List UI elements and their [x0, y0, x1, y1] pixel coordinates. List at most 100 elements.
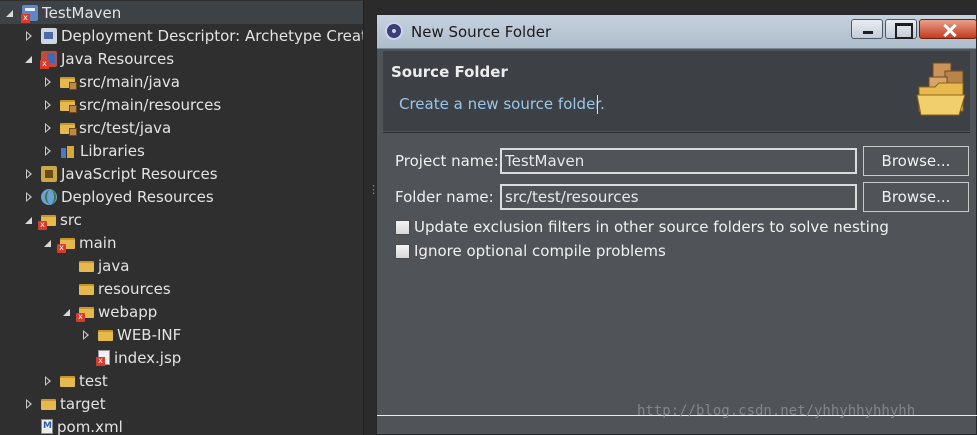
- collapse-arrow-icon[interactable]: [23, 191, 35, 203]
- deployment-descriptor-icon: [41, 27, 57, 44]
- libraries-icon: [60, 145, 76, 158]
- collapse-arrow-icon[interactable]: [42, 375, 54, 387]
- collapse-arrow-icon[interactable]: [80, 329, 92, 341]
- tree-item-test[interactable]: test: [0, 369, 363, 392]
- tree-item-src-main-java[interactable]: src/main/java: [0, 70, 363, 93]
- tree-item-index-jsp[interactable]: index.jsp: [0, 346, 363, 369]
- folder-icon: [60, 376, 75, 387]
- expand-arrow-icon[interactable]: [23, 214, 35, 226]
- watermark-url: http://blog.csdn.net/yhhyhhyhhyhh: [637, 403, 916, 419]
- tree-item-web-inf[interactable]: WEB-INF: [0, 323, 363, 346]
- wizard-form: Project name: TestMaven Browse... Folder…: [383, 133, 970, 413]
- wizard-description: Create a new source folder.: [399, 95, 605, 113]
- tree-item-label: src: [60, 210, 82, 229]
- tree-item-javascript-resources[interactable]: JavaScript Resources: [0, 162, 363, 185]
- tree-item-java[interactable]: java: [0, 254, 363, 277]
- tree-item-label: target: [60, 394, 106, 413]
- expand-arrow-icon[interactable]: [23, 53, 35, 65]
- package-folder-icon: [60, 123, 77, 136]
- ignore-compile-problems-option[interactable]: Ignore optional compile problems: [395, 241, 666, 261]
- project-explorer: TestMaven Deployment Descriptor: Archety…: [0, 0, 364, 435]
- tree-item-webapp[interactable]: webapp: [0, 300, 363, 323]
- jsp-file-error-icon: [96, 350, 110, 366]
- javascript-resources-icon: [41, 165, 57, 182]
- tree-item-src-test-java[interactable]: src/test/java: [0, 116, 363, 139]
- collapse-arrow-icon[interactable]: [42, 145, 54, 157]
- ignore-compile-problems-label: Ignore optional compile problems: [414, 242, 666, 260]
- tree-item-deployment-descriptor[interactable]: Deployment Descriptor: Archetype Created…: [0, 24, 363, 47]
- maximize-button[interactable]: [885, 19, 917, 39]
- collapse-arrow-icon[interactable]: [42, 122, 54, 134]
- tree-item-resources[interactable]: resources: [0, 277, 363, 300]
- tree-item-label: Java Resources: [61, 49, 175, 68]
- folder-icon: [41, 399, 56, 410]
- tree-item-src[interactable]: src: [0, 208, 363, 231]
- source-folder-wizard-icon: [916, 62, 966, 116]
- tree-item-testmaven[interactable]: TestMaven: [0, 1, 363, 24]
- expand-arrow-icon[interactable]: [4, 7, 16, 19]
- folder-name-field[interactable]: src/test/resources: [500, 184, 857, 210]
- tree-item-label: main: [79, 233, 117, 252]
- folder-error-icon: [57, 238, 75, 253]
- maven-pom-icon: [41, 419, 53, 434]
- update-exclusion-filters-checkbox[interactable]: [395, 219, 410, 235]
- dialog-title: New Source Folder: [411, 23, 552, 41]
- folder-icon: [79, 284, 94, 295]
- close-button[interactable]: [919, 19, 977, 39]
- java-resources-icon: [40, 50, 57, 69]
- tree-item-label: src/main/java: [79, 72, 180, 91]
- tree-item-label: pom.xml: [57, 417, 123, 435]
- folder-icon: [98, 330, 113, 341]
- tree-item-label: webapp: [98, 302, 158, 321]
- browse-project-button[interactable]: Browse...: [863, 146, 969, 176]
- update-exclusion-filters-label: Update exclusion filters in other source…: [414, 218, 889, 236]
- ignore-compile-problems-checkbox[interactable]: [395, 243, 410, 259]
- project-name-field[interactable]: TestMaven: [500, 148, 857, 174]
- tree-item-label: java: [98, 256, 130, 275]
- collapse-arrow-icon[interactable]: [42, 76, 54, 88]
- tree-item-java-resources[interactable]: Java Resources: [0, 47, 363, 70]
- folder-name-label: Folder name:: [395, 188, 494, 206]
- folder-error-icon: [38, 215, 56, 230]
- deployed-resources-icon: [41, 188, 57, 205]
- tree-item-label: src/test/java: [79, 118, 172, 137]
- tree-item-label: JavaScript Resources: [61, 164, 218, 183]
- collapse-arrow-icon[interactable]: [23, 168, 35, 180]
- splitter-grip-icon[interactable]: ⋮: [368, 184, 379, 200]
- collapse-arrow-icon[interactable]: [23, 30, 35, 42]
- collapse-arrow-icon[interactable]: [42, 99, 54, 111]
- folder-error-icon: [76, 307, 94, 322]
- tree-item-target[interactable]: target: [0, 392, 363, 415]
- expand-arrow-icon[interactable]: [42, 237, 54, 249]
- new-source-folder-dialog: New Source Folder Source Folder Create a…: [376, 14, 977, 435]
- folder-icon: [79, 261, 94, 272]
- wizard-banner: Source Folder Create a new source folder…: [383, 51, 970, 131]
- tree-item-label: Deployed Resources: [61, 187, 214, 206]
- text-caret: [597, 95, 598, 114]
- collapse-arrow-icon[interactable]: [23, 398, 35, 410]
- browse-folder-button[interactable]: Browse...: [863, 182, 969, 212]
- tree-item-label: TestMaven: [42, 3, 122, 22]
- tree-item-label: Deployment Descriptor: Archetype Created…: [61, 26, 363, 45]
- tree-item-label: Libraries: [80, 141, 145, 160]
- tree-item-src-main-resources[interactable]: src/main/resources: [0, 93, 363, 116]
- project-icon: [21, 4, 38, 23]
- tree-item-label: src/main/resources: [79, 95, 222, 114]
- update-exclusion-filters-option[interactable]: Update exclusion filters in other source…: [395, 217, 889, 237]
- tree-item-pom-xml[interactable]: pom.xml: [0, 415, 363, 435]
- minimize-button[interactable]: [851, 19, 883, 39]
- tree-item-main[interactable]: main: [0, 231, 363, 254]
- tree-item-label: WEB-INF: [117, 325, 182, 344]
- expand-arrow-icon[interactable]: [61, 306, 73, 318]
- tree-item-label: index.jsp: [114, 348, 182, 367]
- eclipse-icon: [385, 22, 403, 40]
- package-folder-icon: [60, 100, 77, 113]
- package-folder-icon: [60, 77, 77, 90]
- tree-item-label: resources: [98, 279, 171, 298]
- wizard-heading: Source Folder: [391, 63, 508, 81]
- tree-item-label: test: [79, 371, 108, 390]
- tree-item-deployed-resources[interactable]: Deployed Resources: [0, 185, 363, 208]
- tree-item-libraries[interactable]: Libraries: [0, 139, 363, 162]
- dialog-title-bar[interactable]: New Source Folder: [377, 15, 977, 49]
- project-name-label: Project name:: [395, 152, 499, 170]
